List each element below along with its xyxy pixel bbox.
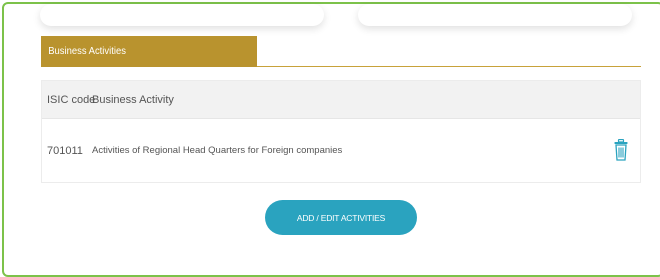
business-activities-section-header: Business Activities [41,36,641,67]
column-header-business-activity: Business Activity [92,94,174,106]
blurred-field-right [358,4,632,26]
table-row: 701011 Activities of Regional Head Quart… [42,119,640,183]
trash-icon[interactable] [614,138,628,161]
isic-code-cell: 701011 [47,145,83,157]
blurred-field-left [40,4,324,26]
column-header-isic-code: ISIC code [47,94,96,106]
add-edit-activities-button[interactable]: ADD / EDIT ACTIVITIES [265,200,417,235]
business-activities-table: ISIC code Business Activity 701011 Activ… [41,80,641,183]
section-title: Business Activities [41,36,257,67]
table-header: ISIC code Business Activity [42,81,640,119]
business-activity-cell: Activities of Regional Head Quarters for… [92,145,343,156]
